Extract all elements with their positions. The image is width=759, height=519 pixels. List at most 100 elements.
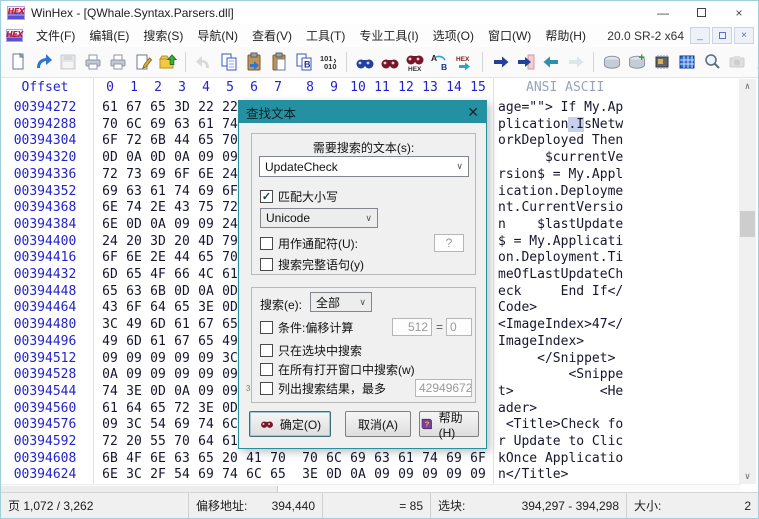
ascii-text[interactable]: meOfLastUpdateCh — [498, 267, 623, 282]
ascii-text[interactable]: Code> — [498, 300, 537, 315]
ram-editor-icon[interactable] — [649, 50, 674, 75]
hex-byte[interactable]: 64 — [195, 434, 217, 449]
hex-byte[interactable]: 65 — [195, 133, 217, 148]
menu-item[interactable]: 查看(V) — [245, 24, 299, 47]
ascii-text[interactable]: kOnce Applicatio — [498, 451, 623, 466]
ascii-text[interactable]: <ImageIndex>47</ — [498, 317, 623, 332]
hex-byte[interactable]: 65 — [99, 284, 121, 299]
hex-byte[interactable]: 2E — [147, 200, 169, 215]
hex-byte[interactable]: 20 — [171, 234, 193, 249]
hex-byte[interactable]: 09 — [395, 467, 417, 482]
hex-byte[interactable]: 24 — [99, 234, 121, 249]
hex-byte[interactable]: 09 — [195, 150, 217, 165]
hex-byte[interactable]: 64 — [123, 401, 145, 416]
menu-item[interactable]: 搜索(S) — [136, 24, 190, 47]
hex-byte[interactable]: 44 — [171, 250, 193, 265]
checkbox-box[interactable] — [260, 363, 273, 376]
ascii-text[interactable]: <Title>Check fo — [498, 417, 623, 432]
hex-byte[interactable]: 6C — [243, 467, 265, 482]
hex-byte[interactable]: 74 — [219, 467, 241, 482]
hex-byte[interactable]: 69 — [443, 451, 465, 466]
hex-byte[interactable]: 0A — [147, 217, 169, 232]
ascii-text[interactable]: ImageIndex> — [498, 334, 584, 349]
hex-byte[interactable]: 0A — [347, 467, 369, 482]
find-text-icon[interactable] — [377, 50, 402, 75]
hex-byte[interactable]: 65 — [195, 250, 217, 265]
hex-byte[interactable]: 09 — [195, 384, 217, 399]
ascii-text[interactable]: ader> — [498, 401, 537, 416]
hex-byte[interactable]: 65 — [147, 100, 169, 115]
hex-byte[interactable]: 6E — [99, 200, 121, 215]
hex-byte[interactable]: 64 — [147, 300, 169, 315]
hex-byte[interactable]: 09 — [123, 351, 145, 366]
hex-byte[interactable]: 69 — [147, 117, 169, 132]
hex-byte[interactable]: 69 — [99, 184, 121, 199]
menu-item[interactable]: 工具(T) — [299, 24, 352, 47]
hex-byte[interactable]: 72 — [99, 167, 121, 182]
hex-byte[interactable]: 6E — [147, 451, 169, 466]
hex-byte[interactable]: 6E — [195, 167, 217, 182]
horizontal-scrollbar[interactable] — [1, 484, 741, 492]
data-interpreter-icon[interactable] — [674, 50, 699, 75]
hex-byte[interactable]: 55 — [147, 434, 169, 449]
hex-byte[interactable]: 70 — [299, 451, 321, 466]
hex-byte[interactable]: 61 — [99, 100, 121, 115]
hex-byte[interactable]: 09 — [99, 351, 121, 366]
hex-byte[interactable]: 09 — [443, 467, 465, 482]
hex-byte[interactable]: 09 — [195, 367, 217, 382]
hex-byte[interactable]: 61 — [171, 317, 193, 332]
hex-byte[interactable]: 69 — [195, 184, 217, 199]
hex-byte[interactable]: 6B — [147, 284, 169, 299]
hex-byte[interactable]: 65 — [171, 300, 193, 315]
goto-page-icon[interactable] — [513, 50, 538, 75]
hex-byte[interactable]: 0A — [171, 150, 193, 165]
hex-byte[interactable]: 6F — [123, 300, 145, 315]
hex-byte[interactable]: 61 — [195, 117, 217, 132]
hex-byte[interactable]: 6D — [99, 267, 121, 282]
hex-byte[interactable]: 74 — [195, 417, 217, 432]
ascii-text[interactable]: orkDeployed Then — [498, 133, 623, 148]
hex-byte[interactable]: 74 — [171, 184, 193, 199]
menu-item[interactable]: 文件(F) — [29, 24, 82, 47]
hex-byte[interactable]: 0D — [147, 384, 169, 399]
hex-byte[interactable]: 69 — [195, 467, 217, 482]
hex-byte[interactable]: 6E — [99, 467, 121, 482]
scroll-down-icon[interactable]: ∨ — [739, 469, 756, 484]
whole-words-checkbox[interactable]: 搜索完整语句(y) — [260, 256, 364, 273]
hex-byte[interactable]: 4D — [195, 234, 217, 249]
hex-byte[interactable]: 3C — [123, 417, 145, 432]
hex-byte[interactable]: 6B — [147, 133, 169, 148]
ascii-text[interactable]: r Update to Clic — [498, 434, 623, 449]
hex-byte[interactable]: 66 — [171, 267, 193, 282]
ascii-text[interactable]: nt.CurrentVersio — [498, 200, 623, 215]
checkbox-box[interactable] — [260, 190, 273, 203]
copy-hex-icon[interactable]: B — [291, 50, 316, 75]
hex-byte[interactable]: 6F — [99, 133, 121, 148]
hex-byte[interactable]: 09 — [195, 351, 217, 366]
copy-icon[interactable] — [216, 50, 241, 75]
list-results-checkbox[interactable]: 列出搜索结果，最多 — [260, 380, 386, 397]
hex-byte[interactable]: 70 — [99, 117, 121, 132]
hex-byte[interactable]: 65 — [123, 267, 145, 282]
hex-byte[interactable]: 3C — [99, 317, 121, 332]
encoding-combobox[interactable]: Unicode∨ — [260, 208, 378, 228]
paste-into-icon[interactable] — [241, 50, 266, 75]
hex-byte[interactable]: 72 — [171, 401, 193, 416]
hex-byte[interactable]: 44 — [171, 133, 193, 148]
hex-byte[interactable]: 22 — [195, 100, 217, 115]
folder-upload-icon[interactable] — [155, 50, 180, 75]
checkbox-box[interactable] — [260, 344, 273, 357]
hex-byte[interactable]: 6F — [99, 250, 121, 265]
hex-byte[interactable]: 6C — [323, 451, 345, 466]
hex-byte[interactable]: 6C — [123, 117, 145, 132]
hex-byte[interactable]: 2E — [147, 250, 169, 265]
block-only-checkbox[interactable]: 只在选块中搜索 — [260, 342, 362, 359]
hex-byte[interactable]: 41 — [243, 451, 265, 466]
checkbox-box[interactable] — [260, 237, 273, 250]
new-file-icon[interactable] — [5, 50, 30, 75]
hex-byte[interactable]: 20 — [123, 234, 145, 249]
dialog-close-icon[interactable]: ✕ — [467, 105, 479, 119]
hex-byte[interactable]: 0D — [123, 217, 145, 232]
hex-byte[interactable]: 2F — [147, 467, 169, 482]
chevron-down-icon[interactable]: ∨ — [456, 161, 463, 172]
